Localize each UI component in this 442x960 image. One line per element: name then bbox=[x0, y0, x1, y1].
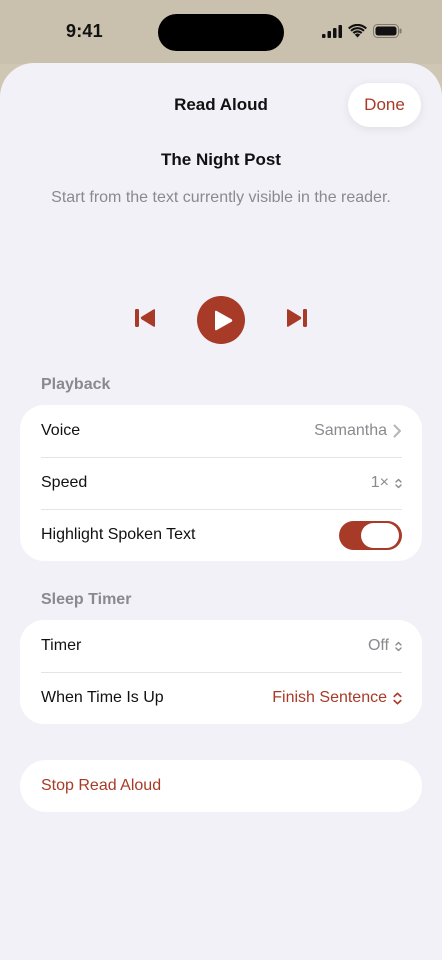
stop-read-aloud-button[interactable]: Stop Read Aloud bbox=[20, 760, 422, 812]
speed-value-text: 1× bbox=[370, 474, 389, 491]
toggle-knob bbox=[361, 522, 399, 548]
document-title: The Night Post bbox=[161, 150, 281, 169]
timer-row[interactable]: Timer Off bbox=[20, 620, 422, 672]
chevron-up-down-icon bbox=[393, 692, 402, 704]
timer-label: Timer bbox=[41, 637, 82, 654]
dynamic-island bbox=[158, 14, 284, 51]
speed-label: Speed bbox=[41, 474, 88, 491]
highlight-label: Highlight Spoken Text bbox=[41, 526, 196, 543]
timer-value-text: Off bbox=[367, 637, 389, 654]
speed-row[interactable]: Speed 1× bbox=[20, 457, 422, 509]
document-subtitle: Start from the text currently visible in… bbox=[51, 189, 391, 206]
sleep-timer-section-label: Sleep Timer bbox=[41, 591, 132, 608]
when-time-up-value-text: Finish Sentence bbox=[272, 689, 387, 706]
wifi-icon bbox=[348, 24, 367, 38]
chevron-right-icon bbox=[393, 424, 401, 438]
status-icons bbox=[322, 24, 402, 38]
chevron-up-down-icon bbox=[395, 478, 402, 488]
when-time-up-label: When Time Is Up bbox=[41, 689, 164, 706]
voice-row[interactable]: Voice Samantha bbox=[20, 405, 422, 457]
timer-value: Off bbox=[368, 637, 402, 655]
play-icon bbox=[215, 310, 233, 331]
playback-section-label: Playback bbox=[41, 376, 111, 393]
sleep-timer-card: Timer Off When Time Is Up Finish Sentenc… bbox=[20, 620, 422, 724]
when-time-up-value: Finish Sentence bbox=[272, 689, 402, 707]
read-aloud-sheet: Read Aloud Done The Night Post Start fro… bbox=[0, 63, 442, 960]
when-time-up-row[interactable]: When Time Is Up Finish Sentence bbox=[20, 672, 422, 724]
status-time: 9:41 bbox=[66, 21, 103, 41]
cellular-signal-icon bbox=[322, 24, 342, 38]
speed-value: 1× bbox=[371, 474, 402, 492]
chevron-up-down-icon bbox=[395, 641, 402, 651]
highlight-row: Highlight Spoken Text bbox=[20, 509, 422, 561]
playback-card: Voice Samantha Speed 1× Highlight Spoken… bbox=[20, 405, 422, 561]
voice-label: Voice bbox=[41, 422, 81, 439]
battery-icon bbox=[373, 24, 402, 38]
status-bar: 9:41 bbox=[0, 0, 442, 64]
playback-controls bbox=[0, 295, 442, 345]
voice-value-text: Samantha bbox=[314, 422, 387, 439]
highlight-toggle[interactable] bbox=[339, 520, 402, 550]
skip-back-icon[interactable] bbox=[134, 308, 157, 328]
skip-forward-icon[interactable] bbox=[285, 308, 308, 328]
play-button[interactable] bbox=[197, 296, 245, 344]
voice-value: Samantha bbox=[314, 422, 402, 440]
done-button[interactable]: Done bbox=[348, 83, 421, 127]
